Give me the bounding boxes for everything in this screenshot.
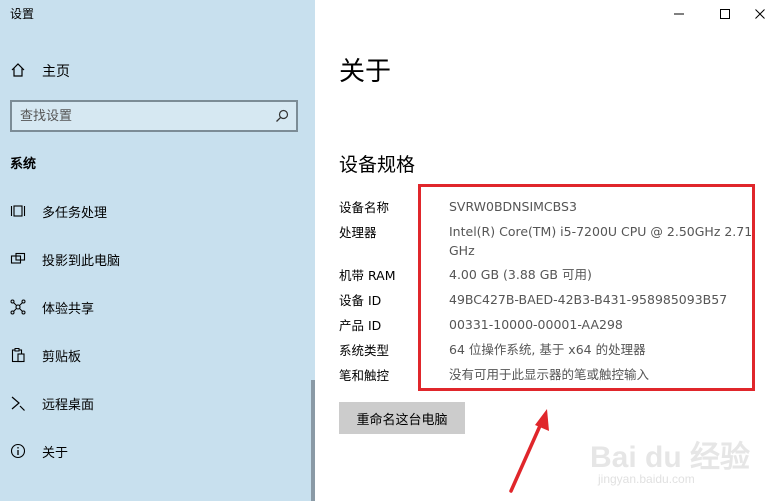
spec-key: 产品 ID [339, 318, 382, 333]
spec-key: 处理器 [339, 225, 377, 240]
close-icon [754, 9, 765, 19]
maximize-icon [720, 9, 730, 19]
minimize-icon [674, 13, 684, 15]
sidebar-item-label: 主页 [42, 64, 70, 80]
sidebar-item-label: 体验共享 [42, 302, 95, 317]
search-icon[interactable] [274, 108, 290, 124]
watermark-text: Bai du 经验 [590, 441, 751, 474]
spec-key: 笔和触控 [339, 368, 390, 383]
projection-icon [10, 251, 26, 267]
sidebar-item-label: 远程桌面 [42, 398, 95, 413]
spec-key: 设备名称 [339, 200, 390, 215]
clipboard-icon [10, 347, 26, 363]
spec-value: 4.00 GB (3.88 GB 可用) [449, 267, 592, 282]
remote-desktop-icon [10, 395, 26, 411]
watermark-url: jingyan.baidu.com [598, 472, 695, 486]
sidebar-item-projection[interactable]: 投影到此电脑 [0, 241, 315, 277]
share-icon [10, 299, 26, 315]
minimize-button[interactable] [656, 0, 702, 28]
home-icon [10, 62, 26, 78]
sidebar-item-label: 关于 [42, 446, 69, 461]
sidebar-item-about[interactable]: 关于 [0, 433, 315, 469]
spec-value: SVRW0BDNSIMCBS3 [449, 199, 577, 214]
rename-pc-button[interactable]: 重命名这台电脑 [339, 402, 465, 434]
spec-value: 49BC427B-BAED-42B3-B431-958985093B57 [449, 292, 728, 307]
spec-value: 00331-10000-00001-AA298 [449, 317, 623, 332]
watermark: Bai du 经验 jingyan.baidu.com [590, 432, 766, 496]
maximize-button[interactable] [702, 0, 748, 28]
sidebar-scrollbar[interactable] [311, 380, 315, 501]
spec-key: 系统类型 [339, 343, 390, 358]
search-input[interactable] [20, 106, 270, 126]
sidebar-item-clipboard[interactable]: 剪贴板 [0, 337, 315, 373]
sidebar-item-label: 多任务处理 [42, 206, 108, 221]
sidebar-item-label: 投影到此电脑 [42, 254, 121, 269]
section-label-system: 系统 [10, 157, 37, 172]
sidebar-item-remote-desktop[interactable]: 远程桌面 [0, 385, 315, 421]
info-icon [10, 443, 26, 459]
window-title: 设置 [10, 7, 35, 21]
sidebar-item-multitasking[interactable]: 多任务处理 [0, 193, 315, 229]
search-box[interactable] [10, 100, 298, 132]
close-button[interactable] [748, 0, 771, 28]
sidebar-item-home[interactable]: 主页 [0, 56, 315, 84]
spec-value: 64 位操作系统, 基于 x64 的处理器 [449, 342, 646, 357]
section-title-device-specs: 设备规格 [339, 154, 416, 176]
annotation-arrow [509, 409, 549, 493]
sidebar-item-label: 剪贴板 [42, 350, 82, 365]
spec-key: 机带 RAM [339, 268, 396, 283]
sidebar: 设置 主页 系统 多任务处理 投影到此电脑 体验共享 剪贴板 [0, 0, 315, 501]
spec-value: Intel(R) Core(TM) i5-7200U CPU @ 2.50GHz… [449, 224, 753, 258]
multitasking-icon [10, 203, 26, 219]
sidebar-item-share[interactable]: 体验共享 [0, 289, 315, 325]
page-title: 关于 [339, 57, 392, 87]
spec-key: 设备 ID [339, 293, 382, 308]
spec-value: 没有可用于此显示器的笔或触控输入 [449, 367, 650, 382]
